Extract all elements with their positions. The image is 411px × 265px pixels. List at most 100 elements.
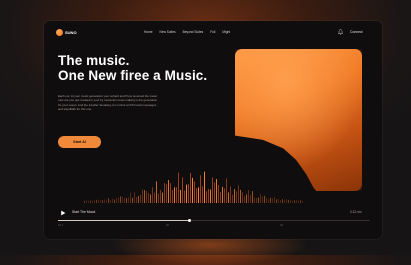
waveform-bar [176,187,177,203]
waveform-bar [228,192,229,203]
waveform-bar [300,200,301,203]
waveform-bar [106,199,107,203]
waveform-bar [200,175,201,203]
waveform-bar [194,181,195,203]
brand-name[interactable]: SUNO [65,29,77,36]
waveform-bar [208,189,209,203]
waveform-bar [130,192,131,203]
waveform-bar [268,199,269,203]
waveform-bar [204,171,205,203]
waveform-bar [104,199,105,203]
nav-link-might[interactable]: Might [222,29,230,36]
hero-title-line-2: One New firee a Music. [58,68,208,83]
waveform-bar [178,172,179,203]
waveform-bar [210,189,211,203]
waveform-bar [286,199,287,203]
nav-link-full[interactable]: Full [210,29,215,36]
waveform-bar [218,185,219,203]
app-window: SUNO Home New Suites Beyond Suites Full … [44,21,382,239]
nav-links: Home New Suites Beyond Suites Full Might [144,29,230,36]
waveform-bar [158,193,159,203]
bell-icon[interactable] [338,29,343,35]
track-title: Start The Mood [72,210,96,214]
waveform-bar [98,199,99,203]
waveform-bar [102,200,103,203]
waveform-bar [212,177,213,203]
waveform-bar [160,189,161,203]
waveform-bar [124,197,125,203]
hero-title-line-1: The music. [58,53,130,68]
waveform-bar [108,197,109,203]
waveform-bar [88,200,89,203]
marker-2: 02 [166,224,169,227]
waveform-bar [132,197,133,203]
waveform-bar [292,200,293,203]
waveform-bar [254,197,255,203]
waveform-bar [190,172,191,203]
waveform-bar [86,200,87,203]
marker-1: 01 1 [58,224,64,227]
waveform-bar [224,188,225,203]
nav-link-new-suites[interactable]: New Suites [160,29,176,36]
waveform-bar [144,189,145,203]
waveform-bar [244,196,245,203]
waveform-bar [236,191,237,203]
waveform-bar [240,189,241,203]
waveform-bar [196,188,197,203]
waveform-bar [242,192,243,203]
nav-link-beyond-suites[interactable]: Beyond Suites [183,29,204,36]
waveform-bar [260,193,261,203]
waveform-visualizer [84,171,303,203]
waveform-bar [114,199,115,203]
waveform-bar [230,186,231,203]
play-icon[interactable] [60,210,66,216]
waveform-bar [264,195,265,203]
waveform-bar [262,196,263,203]
hero-description: Each our. AI your music generation your … [58,94,158,112]
waveform-bar [156,181,157,203]
waveform-bar [152,187,153,203]
waveform-bar [284,199,285,203]
waveform-bar [170,183,171,203]
waveform-bar [180,190,181,203]
waveform-bar [184,190,185,203]
waveform-bar [206,191,207,203]
waveform-bar [276,199,277,203]
audio-player: Start The Mood 0:12.mn [58,207,370,221]
marker-3: 03 [280,224,283,227]
waveform-bar [274,196,275,203]
waveform-bar [270,197,271,203]
waveform-bar [112,198,113,203]
waveform-bar [142,189,143,203]
waveform-bar [92,200,93,203]
start-ai-button[interactable]: Start AI [58,136,101,148]
progress-bar[interactable] [58,219,370,222]
waveform-bar [138,196,139,203]
connect-button[interactable]: Connect [350,29,363,36]
waveform-bar [110,199,111,203]
waveform-bar [266,197,267,203]
waveform-bar [214,182,215,203]
waveform-bar [250,195,251,203]
waveform-bar [202,186,203,203]
waveform-bar [220,192,221,203]
waveform-bar [294,200,295,203]
waveform-bar [136,197,137,203]
waveform-bar [126,198,127,203]
nav-link-home[interactable]: Home [144,29,153,36]
waveform-bar [90,200,91,203]
waveform-bar [272,198,273,203]
waveform-bar [100,199,101,203]
waveform-bar [168,180,169,203]
top-navbar: SUNO Home New Suites Beyond Suites Full … [44,21,382,43]
waveform-bar [288,199,289,203]
waveform-bar [248,190,249,203]
waveform-bar [298,200,299,203]
waveform-bar [256,197,257,203]
waveform-bar [182,177,183,203]
waveform-bar [116,197,117,203]
brand-logo-icon[interactable] [56,29,63,36]
progress-handle[interactable] [187,219,191,222]
waveform-bar [198,187,199,203]
waveform-bar [134,192,135,203]
